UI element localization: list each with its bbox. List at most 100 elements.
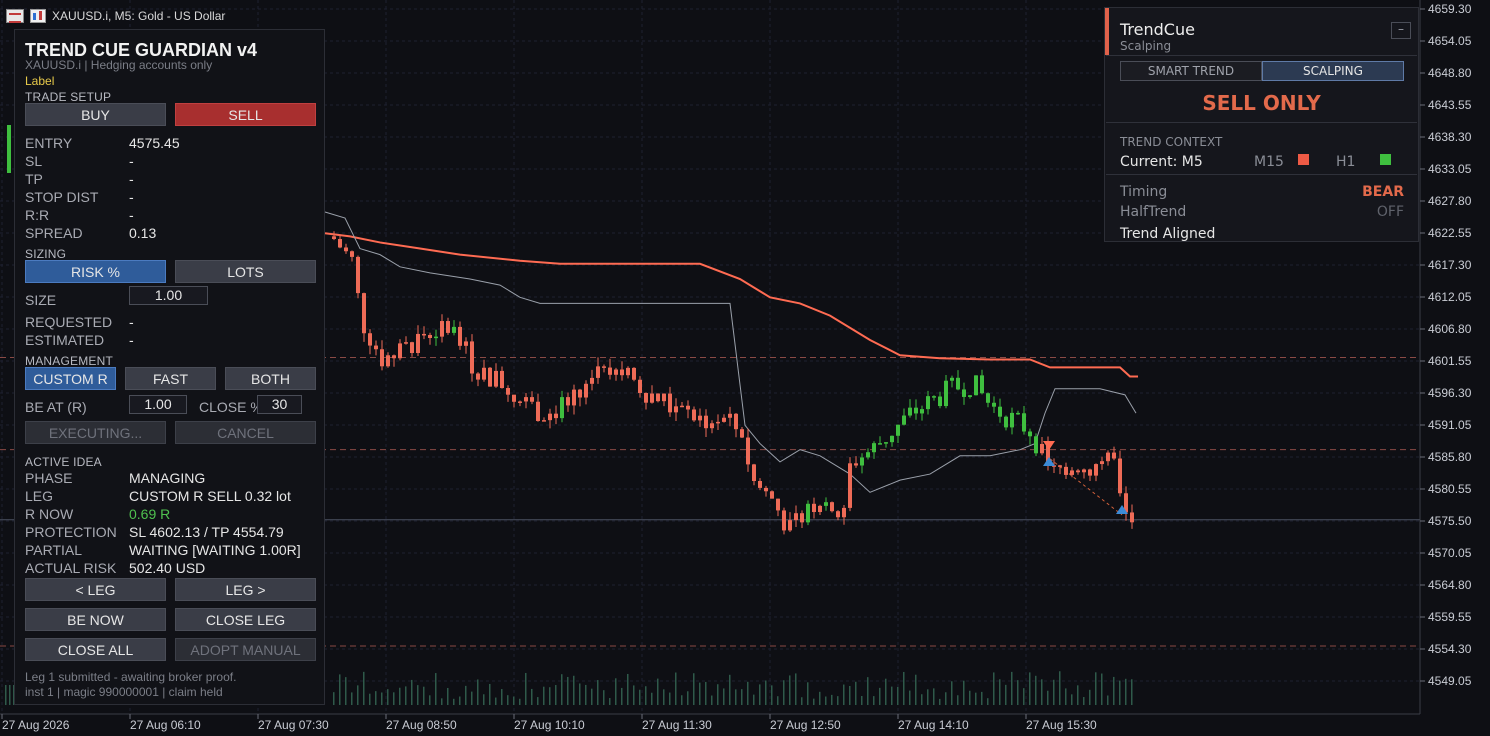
volume-bar — [351, 692, 353, 705]
next-leg-button[interactable]: LEG > — [175, 578, 316, 601]
volume-bar — [753, 694, 755, 705]
volume-bar — [591, 688, 593, 705]
candle-body — [734, 413, 738, 430]
candle-body — [836, 511, 840, 518]
volume-bar — [489, 683, 491, 705]
volume-bar — [345, 677, 347, 705]
volume-bar — [435, 673, 437, 705]
candle-body — [584, 383, 588, 398]
executing-button[interactable]: EXECUTING... — [25, 421, 166, 444]
be-at-input[interactable]: 1.00 — [129, 395, 187, 414]
candle-body — [452, 326, 456, 333]
sl-value: - — [129, 153, 134, 169]
risk-percent-button[interactable]: RISK % — [25, 260, 166, 283]
adopt-manual-button[interactable]: ADOPT MANUAL — [175, 638, 316, 661]
candle-body — [410, 342, 414, 354]
volume-bar — [1113, 676, 1115, 705]
volume-bar — [681, 695, 683, 705]
candle-body — [890, 435, 894, 443]
close-pct-input[interactable]: 30 — [257, 395, 302, 414]
volume-bar — [831, 694, 833, 705]
candle-body — [542, 420, 546, 422]
be-now-button[interactable]: BE NOW — [25, 608, 166, 631]
candle-body — [428, 334, 432, 339]
candle-body — [506, 388, 510, 395]
price-tick-label: 4559.55 — [1428, 610, 1472, 624]
actual-risk-value: 502.40 USD — [129, 560, 206, 576]
candle-body — [938, 396, 942, 407]
price-tick-label: 4564.80 — [1428, 578, 1472, 592]
price-tick-label: 4570.05 — [1428, 546, 1472, 560]
custom-r-button[interactable]: CUSTOM R — [25, 367, 116, 390]
time-tick-label: 27 Aug 14:10 — [898, 718, 969, 732]
candle-body — [710, 423, 714, 429]
volume-bar — [819, 691, 821, 705]
volume-bar — [369, 693, 371, 705]
volume-bar — [387, 689, 389, 705]
tab-scalping[interactable]: SCALPING — [1262, 61, 1404, 81]
candle-body — [944, 380, 948, 407]
candle-body — [7, 125, 11, 173]
requested-value: - — [129, 314, 134, 330]
volume-bar — [459, 696, 461, 705]
rr-label: R:R — [25, 207, 50, 223]
candle-body — [386, 355, 390, 367]
candle-body — [932, 396, 936, 398]
cancel-button[interactable]: CANCEL — [175, 421, 316, 444]
volume-bar — [651, 692, 653, 705]
partial-label: PARTIAL — [25, 542, 83, 558]
price-tick-label: 4606.80 — [1428, 322, 1472, 336]
buy-button[interactable]: BUY — [25, 103, 166, 126]
candle-body — [812, 503, 816, 513]
candle-body — [746, 437, 750, 465]
candle-body — [362, 293, 366, 334]
phase-label: PHASE — [25, 470, 73, 486]
volume-bar — [639, 689, 641, 705]
entry-label: ENTRY — [25, 135, 73, 151]
candle-body — [458, 326, 462, 346]
menu-icon[interactable] — [6, 9, 24, 23]
close-pct-label: CLOSE % — [199, 399, 263, 415]
fast-button[interactable]: FAST — [125, 367, 216, 390]
candle-body — [770, 491, 774, 499]
volume-bar — [549, 687, 551, 705]
both-button[interactable]: BOTH — [225, 367, 316, 390]
size-input[interactable]: 1.00 — [129, 286, 208, 305]
chart-type-icon[interactable] — [30, 9, 46, 23]
minimize-button[interactable]: – — [1391, 22, 1411, 39]
volume-bar — [945, 692, 947, 705]
candle-body — [1028, 431, 1032, 437]
price-tick-label: 4648.80 — [1428, 66, 1472, 80]
lots-button[interactable]: LOTS — [175, 260, 316, 283]
m15-label: M15 — [1254, 154, 1284, 170]
sell-button[interactable]: SELL — [175, 103, 316, 126]
partial-value: WAITING [WAITING 1.00R] — [129, 542, 301, 558]
candle-body — [446, 321, 450, 333]
close-all-button[interactable]: CLOSE ALL — [25, 638, 166, 661]
volume-bar — [963, 680, 965, 705]
volume-bar — [483, 694, 485, 705]
timing-value: BEAR — [1362, 184, 1404, 200]
volume-bar — [375, 691, 377, 705]
volume-bar — [405, 686, 407, 705]
price-tick-label: 4633.05 — [1428, 162, 1472, 176]
signal-text: SELL ONLY — [1202, 91, 1321, 115]
candle-body — [896, 424, 900, 436]
candle-body — [680, 405, 684, 408]
candle-body — [962, 389, 966, 397]
volume-bar — [777, 696, 779, 705]
tab-smart-trend[interactable]: SMART TREND — [1120, 61, 1262, 81]
volume-bar — [567, 676, 569, 705]
close-leg-button[interactable]: CLOSE LEG — [175, 608, 316, 631]
volume-bar — [873, 696, 875, 705]
candle-body — [692, 409, 696, 421]
candle-body — [440, 321, 444, 337]
volume-bar — [741, 689, 743, 705]
volume-bar — [513, 696, 515, 705]
volume-bar — [1011, 671, 1013, 705]
candle-body — [602, 366, 606, 368]
volume-bar — [1071, 694, 1073, 705]
prev-leg-button[interactable]: < LEG — [25, 578, 166, 601]
candle-body — [392, 355, 396, 359]
volume-bar — [381, 692, 383, 705]
